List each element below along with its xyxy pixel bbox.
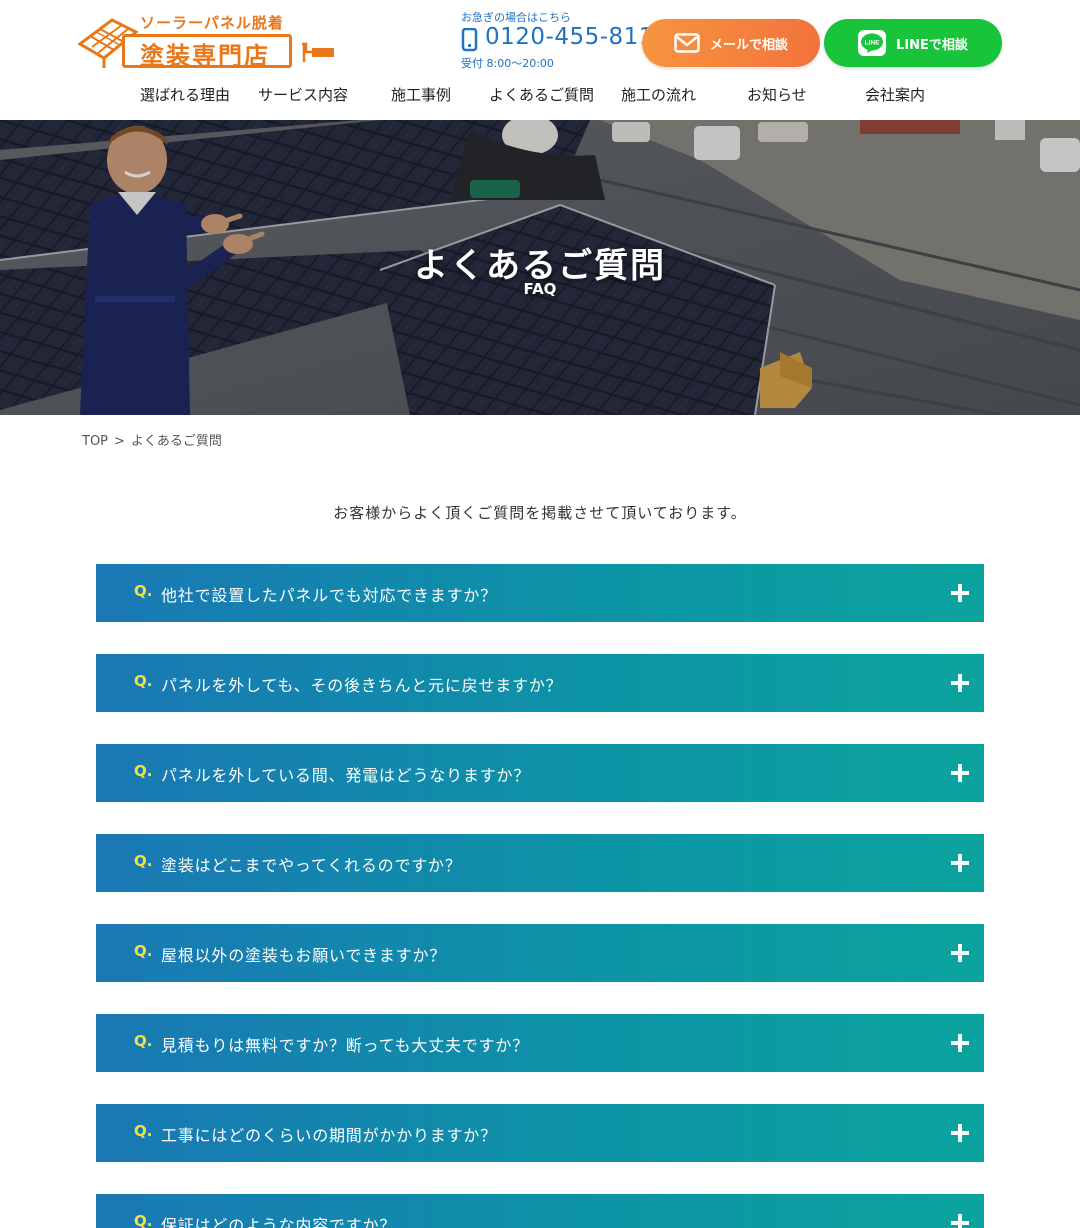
faq-question: 屋根以外の塗装もお願いできますか？ xyxy=(161,946,447,965)
intro-text: お客様からよく頂くご質問を掲載させて頂いております。 xyxy=(333,504,747,522)
mail-consult-button[interactable]: メールで相談 xyxy=(642,19,820,67)
faq-question: パネルを外しても、その後きちんと元に戻せますか？ xyxy=(161,676,563,695)
paint-roller-icon xyxy=(302,42,334,62)
faq-q-marker: Q. xyxy=(134,672,153,690)
nav-item-flow[interactable]: 施工の流れ xyxy=(621,84,696,105)
plus-icon[interactable] xyxy=(951,674,969,692)
phone-icon xyxy=(461,28,478,52)
plus-icon[interactable] xyxy=(951,584,969,602)
faq-question: パネルを外している間、発電はどうなりますか？ xyxy=(161,766,531,785)
hero-banner: よくあるご質問 FAQ xyxy=(0,120,1080,415)
line-consult-label: LINEで相談 xyxy=(896,37,968,53)
faq-item[interactable]: Q. 屋根以外の塗装もお願いできますか？ xyxy=(96,924,984,982)
nav-item-services[interactable]: サービス内容 xyxy=(258,84,348,105)
mail-consult-label: メールで相談 xyxy=(709,37,788,53)
faq-q-marker: Q. xyxy=(134,1212,153,1228)
faq-list: Q. 他社で設置したパネルでも対応できますか？ Q. パネルを外しても、その後き… xyxy=(96,564,984,1228)
breadcrumb: TOP > よくあるご質問 xyxy=(82,430,222,449)
plus-icon[interactable] xyxy=(951,764,969,782)
faq-q-marker: Q. xyxy=(134,942,153,960)
faq-question: 見積もりは無料ですか？断っても大丈夫ですか？ xyxy=(161,1036,530,1055)
nav-item-company[interactable]: 会社案内 xyxy=(865,84,925,105)
faq-item[interactable]: Q. 保証はどのような内容ですか？ xyxy=(96,1194,984,1228)
contact-block: お急ぎの場合はこちら 0120-455-811 受付 8:00～20:00 xyxy=(461,8,653,72)
plus-icon[interactable] xyxy=(951,1034,969,1052)
faq-q-marker: Q. xyxy=(134,762,153,780)
breadcrumb-separator: > xyxy=(114,434,125,449)
breadcrumb-home-link[interactable]: TOP xyxy=(82,434,108,449)
faq-item[interactable]: Q. パネルを外しても、その後きちんと元に戻せますか？ xyxy=(96,654,984,712)
contact-lead: お急ぎの場合はこちら xyxy=(461,11,571,24)
plus-icon[interactable] xyxy=(951,854,969,872)
nav-item-reasons[interactable]: 選ばれる理由 xyxy=(140,84,230,105)
logo-tagline: ソーラーパネル脱着 xyxy=(140,14,284,32)
faq-question: 他社で設置したパネルでも対応できますか？ xyxy=(161,586,498,605)
faq-item[interactable]: Q. 工事にはどのくらいの期間がかかりますか？ xyxy=(96,1104,984,1162)
site-header: ソーラーパネル脱着 塗装専門店 お急ぎの場合はこちら 0120-455-811 … xyxy=(0,0,1080,120)
nav-item-news[interactable]: お知らせ xyxy=(747,84,807,105)
mail-icon xyxy=(674,33,700,53)
faq-question: 保証はどのような内容ですか？ xyxy=(161,1216,397,1228)
page-subtitle: FAQ xyxy=(523,280,557,298)
faq-q-marker: Q. xyxy=(134,582,153,600)
logo-name: 塗装専門店 xyxy=(140,42,270,70)
faq-item[interactable]: Q. 見積もりは無料ですか？断っても大丈夫ですか？ xyxy=(96,1014,984,1072)
breadcrumb-current: よくあるご質問 xyxy=(130,434,222,449)
nav-item-cases[interactable]: 施工事例 xyxy=(391,84,451,105)
phone-number[interactable]: 0120-455-811 xyxy=(485,24,654,50)
plus-icon[interactable] xyxy=(951,944,969,962)
line-app-icon: LINE xyxy=(858,30,887,56)
faq-q-marker: Q. xyxy=(134,1032,153,1050)
line-icon-text: LINE xyxy=(865,40,880,47)
plus-icon[interactable] xyxy=(951,1214,969,1228)
business-hours: 受付 8:00～20:00 xyxy=(461,57,554,70)
faq-question: 工事にはどのくらいの期間がかかりますか？ xyxy=(161,1126,498,1145)
line-consult-button[interactable]: LINE LINEで相談 xyxy=(824,19,1002,67)
plus-icon[interactable] xyxy=(951,1124,969,1142)
nav-item-faq[interactable]: よくあるご質問 xyxy=(489,84,594,105)
faq-item[interactable]: Q. パネルを外している間、発電はどうなりますか？ xyxy=(96,744,984,802)
faq-q-marker: Q. xyxy=(134,1122,153,1140)
site-logo[interactable]: ソーラーパネル脱着 塗装専門店 xyxy=(78,12,340,70)
faq-question: 塗装はどこまでやってくれるのですか？ xyxy=(161,856,462,875)
faq-item[interactable]: Q. 他社で設置したパネルでも対応できますか？ xyxy=(96,564,984,622)
main-nav: 選ばれる理由 サービス内容 施工事例 よくあるご質問 施工の流れ お知らせ 会社… xyxy=(0,84,1080,110)
faq-item[interactable]: Q. 塗装はどこまでやってくれるのですか？ xyxy=(96,834,984,892)
faq-q-marker: Q. xyxy=(134,852,153,870)
